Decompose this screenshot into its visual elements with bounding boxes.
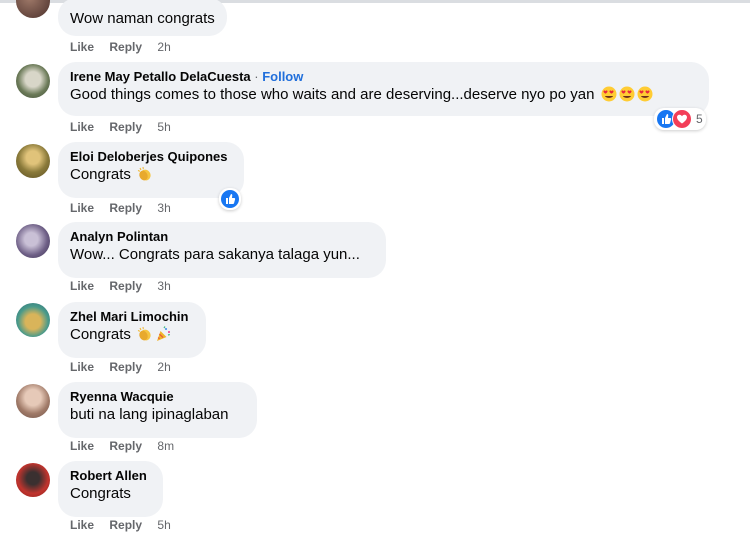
comment-timestamp[interactable]: 3h	[157, 279, 170, 293]
like-button[interactable]: Like	[70, 360, 94, 374]
avatar[interactable]	[16, 144, 50, 178]
comment-text: Congrats	[70, 166, 131, 183]
comment-timestamp[interactable]: 3h	[157, 201, 170, 215]
comment-author[interactable]: Analyn Polintan	[70, 229, 374, 245]
heart-eyes-emoji-icon	[601, 86, 617, 108]
follow-link[interactable]: Follow	[262, 69, 303, 84]
like-button[interactable]: Like	[70, 201, 94, 215]
comment-author[interactable]: Ryenna Wacquie	[70, 389, 245, 405]
clapping-hands-emoji-icon	[137, 166, 153, 188]
reaction-summary[interactable]	[219, 188, 241, 210]
separator: ·	[250, 69, 263, 84]
comment-timestamp[interactable]: 8m	[157, 439, 174, 453]
comment-text: Wow naman congrats	[70, 10, 215, 27]
comment-text: buti na lang ipinaglaban	[70, 406, 229, 423]
reply-button[interactable]: Reply	[109, 360, 142, 374]
like-icon	[220, 189, 240, 209]
reply-button[interactable]: Reply	[109, 518, 142, 532]
comment-bubble: Wow naman congrats	[58, 0, 227, 36]
comment-actions: Like Reply 8m	[70, 438, 186, 454]
comment-author[interactable]: Eloi Deloberjes Quipones	[70, 149, 232, 165]
reply-button[interactable]: Reply	[109, 279, 142, 293]
heart-eyes-emoji-icon	[619, 86, 635, 108]
comment-author[interactable]: Robert Allen	[70, 468, 151, 484]
comment-timestamp[interactable]: 5h	[157, 518, 170, 532]
comment-bubble: Zhel Mari Limochin Congrats	[58, 302, 206, 358]
like-button[interactable]: Like	[70, 120, 94, 134]
avatar[interactable]	[16, 384, 50, 418]
comment-actions: Like Reply 5h	[70, 119, 183, 135]
comment-timestamp[interactable]: 2h	[157, 360, 170, 374]
comment-bubble: Robert Allen Congrats	[58, 461, 163, 517]
avatar[interactable]	[16, 64, 50, 98]
clapping-hands-emoji-icon	[137, 326, 153, 348]
reply-button[interactable]: Reply	[109, 201, 142, 215]
avatar[interactable]	[16, 303, 50, 337]
reaction-summary[interactable]: 5	[654, 108, 706, 130]
comment-actions: Like Reply 5h	[70, 517, 183, 533]
comment-text: Good things comes to those who waits and…	[70, 86, 595, 103]
comment-bubble: Analyn Polintan Wow... Congrats para sak…	[58, 222, 386, 278]
reply-button[interactable]: Reply	[109, 439, 142, 453]
like-button[interactable]: Like	[70, 439, 94, 453]
comment-timestamp[interactable]: 2h	[157, 40, 170, 54]
comment-text: Congrats	[70, 326, 131, 343]
comment-bubble: Ryenna Wacquie buti na lang ipinaglaban	[58, 382, 257, 438]
heart-eyes-emoji-icon	[637, 86, 653, 108]
like-button[interactable]: Like	[70, 518, 94, 532]
comment-actions: Like Reply 3h	[70, 278, 183, 294]
comment-timestamp[interactable]: 5h	[157, 120, 170, 134]
party-popper-emoji-icon	[155, 326, 171, 348]
love-icon	[672, 109, 692, 129]
comment-actions: Like Reply 2h	[70, 39, 183, 55]
reply-button[interactable]: Reply	[109, 120, 142, 134]
reaction-count: 5	[696, 112, 703, 126]
avatar[interactable]	[16, 0, 50, 18]
comment-author[interactable]: Irene May Petallo DelaCuesta	[70, 69, 251, 84]
comment-actions: Like Reply 2h	[70, 359, 183, 375]
comment-author[interactable]: Zhel Mari Limochin	[70, 309, 194, 325]
comment-actions: Like Reply 3h	[70, 200, 183, 216]
avatar[interactable]	[16, 463, 50, 497]
comment-bubble: Eloi Deloberjes Quipones Congrats	[58, 142, 244, 198]
comment-text: Wow... Congrats para sakanya talaga yun.…	[70, 246, 360, 263]
like-button[interactable]: Like	[70, 40, 94, 54]
like-button[interactable]: Like	[70, 279, 94, 293]
comment-text: Congrats	[70, 485, 131, 502]
comment-bubble: Irene May Petallo DelaCuesta · Follow Go…	[58, 62, 709, 116]
avatar[interactable]	[16, 224, 50, 258]
reply-button[interactable]: Reply	[109, 40, 142, 54]
